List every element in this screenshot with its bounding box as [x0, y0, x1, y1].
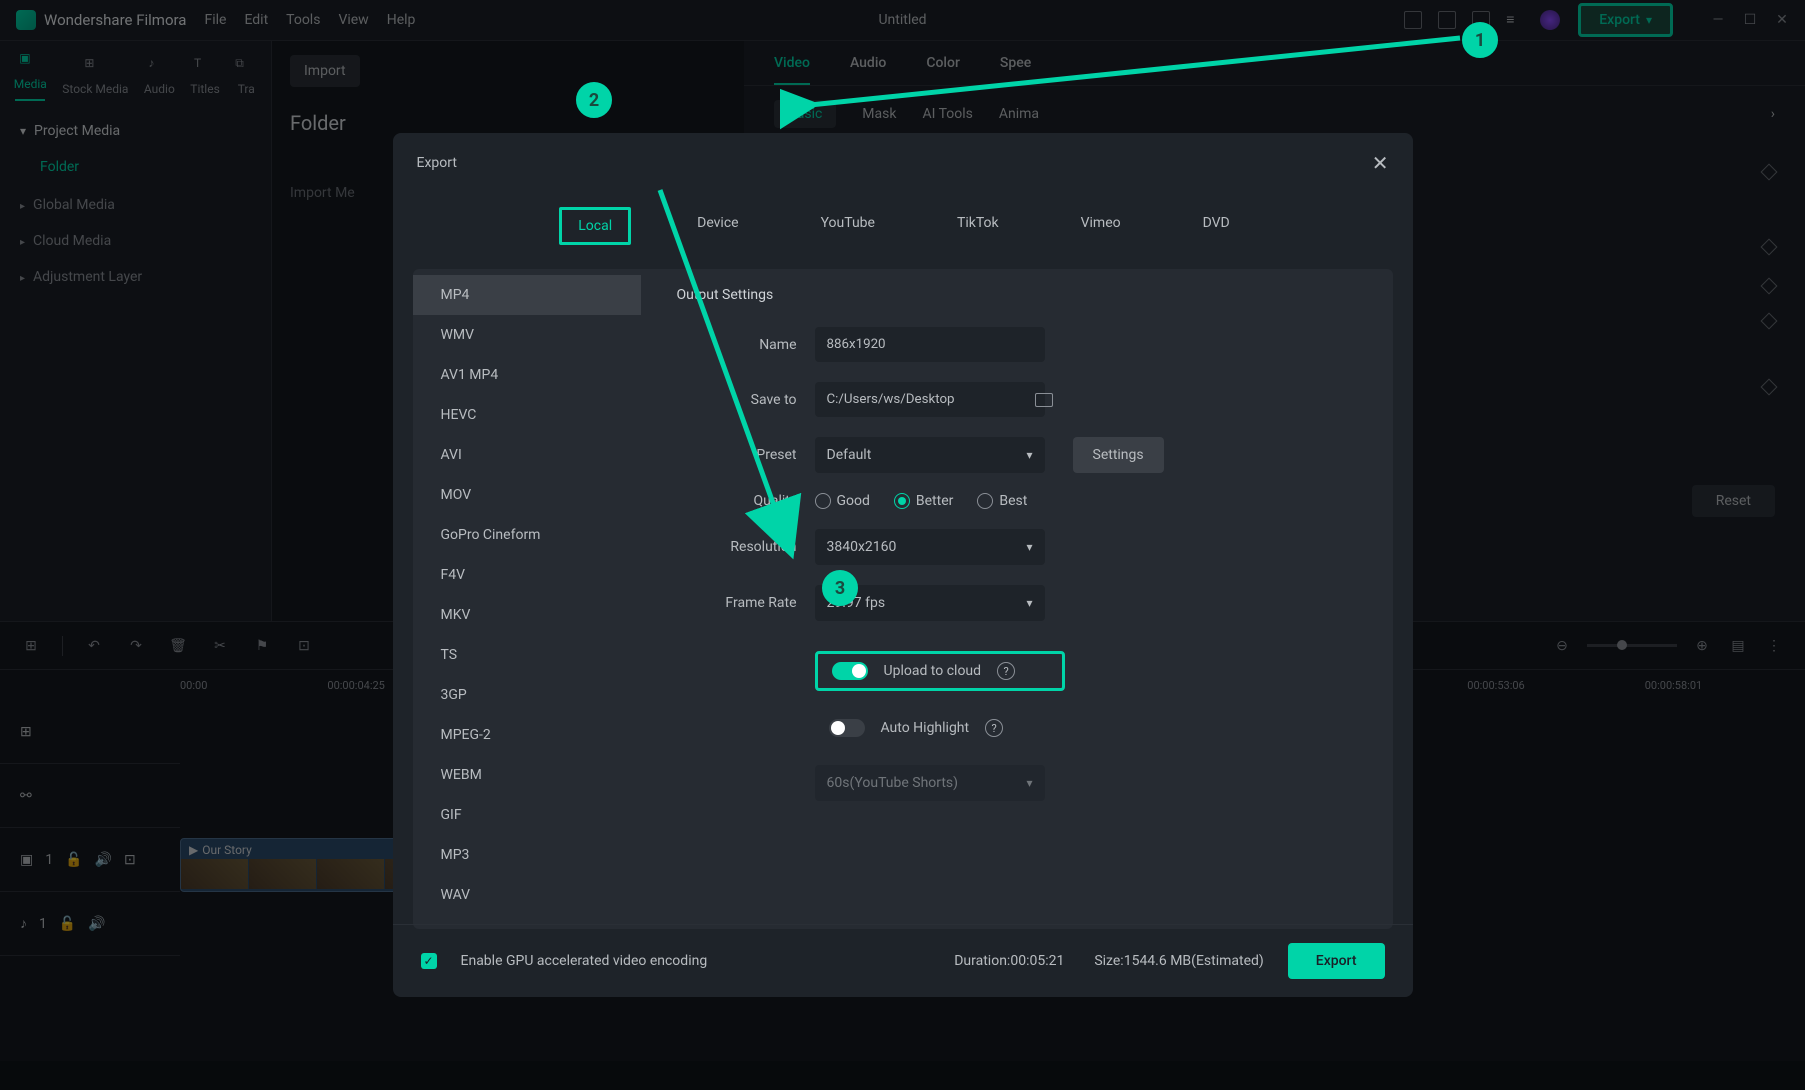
format-ts[interactable]: TS	[413, 635, 641, 675]
gpu-checkbox[interactable]: ✓	[421, 953, 437, 969]
export-tab-tiktok[interactable]: TikTok	[941, 207, 1015, 245]
annotation-badge-3: 3	[822, 570, 858, 606]
format-3gp[interactable]: 3GP	[413, 675, 641, 715]
annotation-badge-2: 2	[576, 82, 612, 118]
upload-cloud-row: Upload to cloud ?	[815, 651, 1065, 691]
export-tab-vimeo[interactable]: Vimeo	[1065, 207, 1137, 245]
format-mp4[interactable]: MP4	[413, 275, 641, 315]
folder-icon[interactable]	[1035, 393, 1053, 407]
export-tabs: Local Device YouTube TikTok Vimeo DVD	[393, 193, 1413, 259]
export-tab-device[interactable]: Device	[681, 207, 754, 245]
export-tab-youtube[interactable]: YouTube	[805, 207, 891, 245]
export-dialog: Export ✕ Local Device YouTube TikTok Vim…	[393, 133, 1413, 997]
save-to-input[interactable]	[815, 382, 1045, 417]
export-tab-local[interactable]: Local	[559, 207, 631, 245]
gpu-label: Enable GPU accelerated video encoding	[461, 953, 708, 969]
help-icon[interactable]: ?	[997, 662, 1015, 680]
dialog-overlay: Export ✕ Local Device YouTube TikTok Vim…	[0, 0, 1805, 1090]
duration-info: Duration:00:05:21	[954, 953, 1064, 969]
chevron-down-icon	[1026, 539, 1032, 555]
quality-good[interactable]: Good	[815, 493, 870, 509]
format-hevc[interactable]: HEVC	[413, 395, 641, 435]
preset-select[interactable]: Default	[815, 437, 1045, 473]
format-av1-mp4[interactable]: AV1 MP4	[413, 355, 641, 395]
preset-label: Preset	[677, 447, 797, 463]
format-mov[interactable]: MOV	[413, 475, 641, 515]
format-mp3[interactable]: MP3	[413, 835, 641, 875]
settings-button[interactable]: Settings	[1073, 437, 1164, 473]
chevron-down-icon	[1026, 595, 1032, 611]
output-settings: Output Settings Name Save to Preset Defa…	[641, 269, 1393, 929]
format-list: MP4 WMV AV1 MP4 HEVC AVI MOV GoPro Cinef…	[413, 269, 641, 929]
quality-better[interactable]: Better	[894, 493, 953, 509]
dialog-title: Export	[417, 155, 457, 171]
output-settings-title: Output Settings	[677, 287, 1357, 303]
format-mpeg2[interactable]: MPEG-2	[413, 715, 641, 755]
chevron-down-icon	[1026, 447, 1032, 463]
dialog-footer: ✓ Enable GPU accelerated video encoding …	[393, 924, 1413, 997]
annotation-badge-1: 1	[1462, 22, 1498, 58]
auto-highlight-label: Auto Highlight	[881, 720, 970, 736]
name-label: Name	[677, 337, 797, 353]
help-icon[interactable]: ?	[985, 719, 1003, 737]
format-webm[interactable]: WEBM	[413, 755, 641, 795]
format-f4v[interactable]: F4V	[413, 555, 641, 595]
auto-highlight-row: Auto Highlight ?	[815, 711, 1357, 745]
auto-highlight-toggle[interactable]	[829, 719, 865, 737]
dialog-close-icon[interactable]: ✕	[1372, 151, 1389, 175]
preset-disabled-select: 60s(YouTube Shorts)	[815, 765, 1045, 801]
size-info: Size:1544.6 MB(Estimated)	[1094, 953, 1263, 969]
format-mkv[interactable]: MKV	[413, 595, 641, 635]
framerate-label: Frame Rate	[677, 595, 797, 611]
format-wav[interactable]: WAV	[413, 875, 641, 915]
quality-best[interactable]: Best	[977, 493, 1027, 509]
export-tab-dvd[interactable]: DVD	[1187, 207, 1246, 245]
format-wmv[interactable]: WMV	[413, 315, 641, 355]
upload-cloud-toggle[interactable]	[832, 662, 868, 680]
chevron-down-icon	[1026, 775, 1032, 791]
upload-cloud-label: Upload to cloud	[884, 663, 982, 679]
resolution-label: Resolution	[677, 539, 797, 555]
name-input[interactable]	[815, 327, 1045, 362]
format-gopro[interactable]: GoPro Cineform	[413, 515, 641, 555]
format-avi[interactable]: AVI	[413, 435, 641, 475]
resolution-select[interactable]: 3840x2160	[815, 529, 1045, 565]
save-to-label: Save to	[677, 392, 797, 408]
quality-label: Quality	[677, 493, 797, 509]
format-gif[interactable]: GIF	[413, 795, 641, 835]
export-button[interactable]: Export	[1288, 943, 1385, 979]
